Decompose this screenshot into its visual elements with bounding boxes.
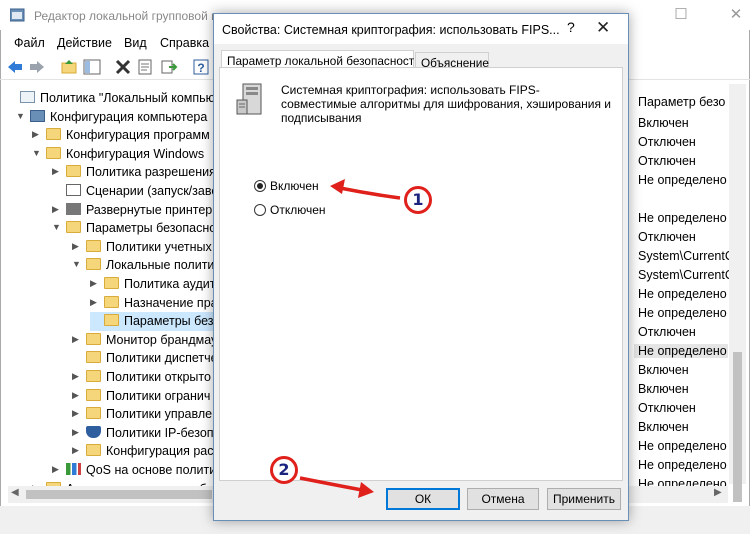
arrow-2-line bbox=[299, 476, 363, 492]
arrow-1-line bbox=[339, 186, 401, 200]
arrow-2-head bbox=[358, 482, 374, 498]
arrow-1-head bbox=[330, 179, 345, 194]
annotation-badge-1: 1 bbox=[404, 186, 432, 214]
annotation-badge-2: 2 bbox=[270, 456, 298, 484]
annotation-layer bbox=[299, 179, 401, 498]
